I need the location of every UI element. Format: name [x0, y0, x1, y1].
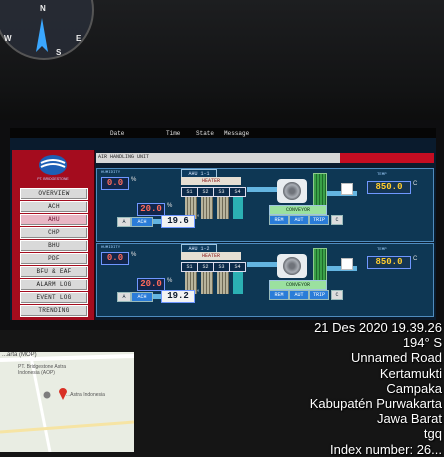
stage-1[interactable]: S1: [181, 187, 198, 197]
output-temp-readout: 850.0: [367, 181, 411, 194]
nav-bfu-eaf[interactable]: BFU & EAF: [20, 266, 88, 278]
humidity-readout: 0.0: [101, 177, 129, 190]
mode-ach-button[interactable]: ACH: [131, 217, 153, 227]
nav-event-log[interactable]: EVENT LOG: [20, 292, 88, 304]
temp-readout: 19.6: [161, 215, 195, 228]
stamp-line4: Campaka: [386, 380, 442, 396]
trip-button[interactable]: TRIP: [309, 215, 329, 225]
rem-button[interactable]: REM: [269, 290, 289, 300]
mode-a-button[interactable]: A: [117, 217, 131, 227]
stage-1[interactable]: S1: [181, 262, 198, 272]
menu-date: Date: [110, 130, 125, 137]
stamp-line6: Jawa Barat: [376, 411, 442, 427]
hmi-screen: Date Time State Message PT. BRIDGESTONE …: [10, 128, 436, 320]
temp-readout: 19.2: [161, 290, 195, 303]
humidity-readout: 0.0: [101, 252, 129, 265]
nav-pdf[interactable]: PDF: [20, 253, 88, 265]
setpoint-unit: %: [167, 278, 173, 284]
company-logo-icon: [39, 155, 67, 175]
temp-unit: °: [197, 290, 200, 296]
map-place-2: ...Astra Indonesia: [66, 392, 105, 398]
aut-button[interactable]: AUT: [289, 290, 309, 300]
hmi-top-menu: Date Time State Message: [10, 128, 436, 138]
nav-trending[interactable]: TRENDING: [20, 305, 88, 317]
gps-stamp: 21 Des 2020 19.39.26 194° S Unnamed Road…: [144, 320, 444, 457]
nav-ach[interactable]: ACH: [20, 201, 88, 213]
stamp-datetime: 21 Des 2020 19.39.26: [314, 320, 442, 335]
heater-coil: [201, 272, 213, 294]
fan-unit: [277, 179, 307, 203]
stage-4[interactable]: S4: [229, 187, 246, 197]
logo-subtitle: PT. BRIDGESTONE: [37, 177, 69, 181]
fan-unit: [277, 254, 307, 278]
rem-button[interactable]: REM: [269, 215, 289, 225]
stamp-line5: Kabupatén Purwakarta: [309, 396, 442, 412]
filter-coil: [233, 197, 243, 219]
stage-2[interactable]: S2: [197, 187, 214, 197]
temp-unit: °: [197, 215, 200, 221]
air-duct: [247, 262, 277, 267]
air-duct: [247, 187, 277, 192]
stage-4[interactable]: S4: [229, 262, 246, 272]
humidity-unit: %: [131, 252, 137, 258]
fan-icon: [283, 257, 301, 275]
mode-ach-button[interactable]: ACH: [131, 292, 153, 302]
nav-alarm-log[interactable]: ALARM LOG: [20, 279, 88, 291]
sidebar: PT. BRIDGESTONE OVERVIEW ACH AHU CHP BHU PDF B…: [12, 150, 95, 320]
output-temp-unit: C: [413, 181, 418, 187]
fan-label: CONVEYOR: [269, 280, 327, 290]
stamp-line8: Index number: 26...: [329, 441, 442, 457]
heater-label: HEATER: [181, 252, 241, 260]
setpoint-unit: %: [167, 203, 173, 209]
menu-state: State: [196, 130, 215, 137]
header-status-strip: [340, 153, 434, 163]
stamp-line7: tgq: [423, 426, 442, 442]
nav-chp[interactable]: CHP: [20, 227, 88, 239]
temp-label: TEMP: [377, 173, 387, 177]
map-place-1: PT. Bridgestone Astra Indonesia (AOP): [18, 364, 67, 376]
heater-label: HEATER: [181, 177, 241, 185]
fan-label: CONVEYOR: [269, 205, 327, 215]
temp-label: TEMP: [377, 248, 387, 252]
damper-indicator: [341, 183, 353, 195]
mode-a-button[interactable]: A: [117, 292, 131, 302]
stage-3[interactable]: S3: [213, 262, 230, 272]
menu-time: Time: [166, 130, 181, 137]
stamp-heading: 194° S: [402, 335, 442, 351]
trip-button[interactable]: TRIP: [309, 290, 329, 300]
compass: N E S W: [0, 0, 94, 60]
aut-button[interactable]: AUT: [289, 215, 309, 225]
stamp-road: Unnamed Road: [350, 350, 442, 366]
ahu-panel: HUMIDITY 0.0 % AHU 1-2 HEATER S1 S2 S3 S…: [96, 243, 434, 317]
menu-message: Message: [224, 130, 250, 137]
compass-needle-icon: [36, 18, 48, 52]
heater-coil: [201, 197, 213, 219]
fan-icon: [283, 182, 301, 200]
damper-indicator: [341, 258, 353, 270]
nav-bhu[interactable]: BHU: [20, 240, 88, 252]
map-marker-icon: [43, 391, 51, 399]
filter-coil: [233, 272, 243, 294]
stamp-line3: Kertamukti: [379, 365, 442, 381]
system-title: AIR HANDLING UNIT: [98, 154, 150, 160]
map-road-label: ...arta (MOP): [2, 352, 37, 358]
heater-coil: [217, 272, 229, 294]
humidity-label: HUMIDITY: [101, 246, 121, 250]
c-button[interactable]: C: [331, 215, 343, 225]
heater-coil: [217, 197, 229, 219]
humidity-label: HUMIDITY: [101, 171, 121, 175]
c-button[interactable]: C: [331, 290, 343, 300]
stage-2[interactable]: S2: [197, 262, 214, 272]
output-temp-readout: 850.0: [367, 256, 411, 269]
nav-overview[interactable]: OVERVIEW: [20, 188, 88, 200]
ahu-panel: HUMIDITY 0.0 % AHU 1-1 HEATER S1 S2 S3 S…: [96, 168, 434, 242]
map-thumbnail[interactable]: ...arta (MOP) PT. Bridgestone Astra Indo…: [0, 352, 134, 452]
stage-3[interactable]: S3: [213, 187, 230, 197]
output-temp-unit: C: [413, 256, 418, 262]
humidity-unit: %: [131, 177, 137, 183]
nav-ahu[interactable]: AHU: [20, 214, 88, 226]
